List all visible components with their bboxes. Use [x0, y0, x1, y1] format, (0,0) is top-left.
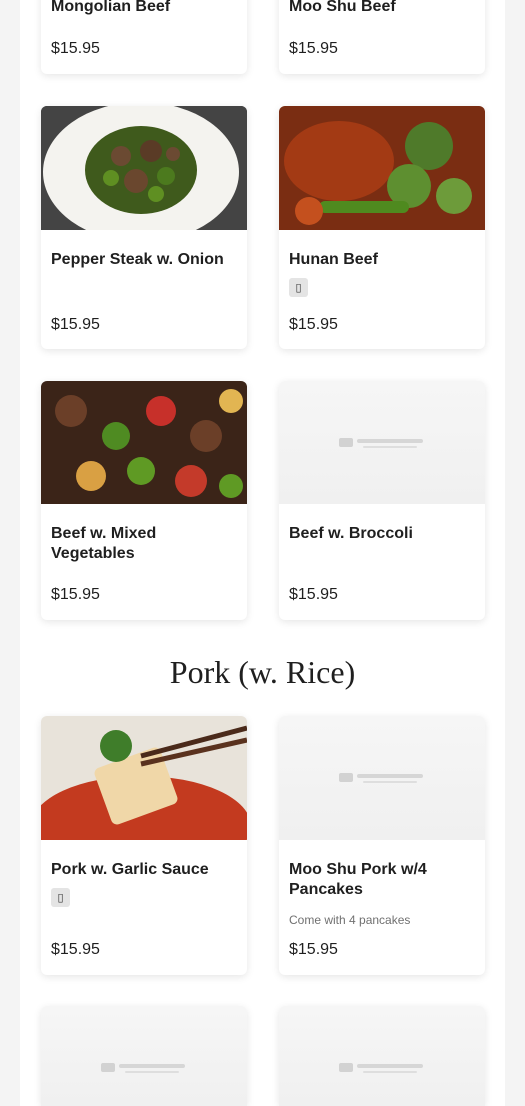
dish-photo-placeholder	[279, 381, 485, 504]
item-name: Hunan Beef	[289, 251, 378, 268]
menu-item-card[interactable]	[41, 1006, 247, 1106]
restaurant-logo-watermark	[339, 435, 425, 454]
item-price: $15.95	[51, 941, 100, 958]
menu-item-card[interactable]	[279, 1006, 485, 1106]
restaurant-logo-watermark	[339, 770, 425, 789]
item-name: Beef w. Broccoli	[289, 525, 413, 542]
item-price: $15.95	[289, 316, 338, 333]
menu-item-card[interactable]: Moo Shu Pork w/4 Pancakes Come with 4 pa…	[279, 716, 485, 975]
dish-photo	[41, 716, 247, 840]
restaurant-logo-watermark	[339, 1060, 425, 1079]
dish-photo	[41, 106, 247, 230]
menu-page: Mongolian Beef $15.95 Moo Shu Beef $15.9…	[20, 0, 505, 1106]
item-price: $15.95	[289, 40, 338, 57]
spicy-icon: ▯	[289, 278, 308, 297]
item-description: Come with 4 pancakes	[289, 913, 411, 927]
item-name: Pork w. Garlic Sauce	[51, 861, 209, 878]
item-name: Pepper Steak w. Onion	[51, 251, 224, 268]
menu-item-card[interactable]: Hunan Beef ▯ $15.95	[279, 106, 485, 349]
dish-photo-placeholder	[279, 716, 485, 840]
menu-item-card[interactable]: Pepper Steak w. Onion $15.95	[41, 106, 247, 349]
dish-photo	[279, 106, 485, 230]
item-price: $15.95	[51, 316, 100, 333]
menu-item-card[interactable]: Beef w. Mixed Vegetables $15.95	[41, 381, 247, 620]
menu-item-card[interactable]: Beef w. Broccoli $15.95	[279, 381, 485, 620]
spicy-icon: ▯	[51, 888, 70, 907]
item-name: Beef w. Mixed Vegetables	[51, 525, 157, 562]
menu-item-card[interactable]: Pork w. Garlic Sauce ▯ $15.95	[41, 716, 247, 975]
item-name: Moo Shu Beef	[289, 0, 396, 15]
item-price: $15.95	[289, 586, 338, 603]
restaurant-logo-watermark	[101, 1060, 187, 1079]
dish-photo	[41, 381, 247, 504]
section-title: Pork (w. Rice)	[169, 654, 356, 690]
item-price: $15.95	[51, 40, 100, 57]
item-price: $15.95	[289, 941, 338, 958]
item-name: Moo Shu Pork w/4 Pancakes	[289, 861, 427, 898]
menu-item-card[interactable]: Mongolian Beef $15.95	[41, 0, 247, 74]
item-name: Mongolian Beef	[51, 0, 171, 15]
menu-item-card[interactable]: Moo Shu Beef $15.95	[279, 0, 485, 74]
item-price: $15.95	[51, 586, 100, 603]
